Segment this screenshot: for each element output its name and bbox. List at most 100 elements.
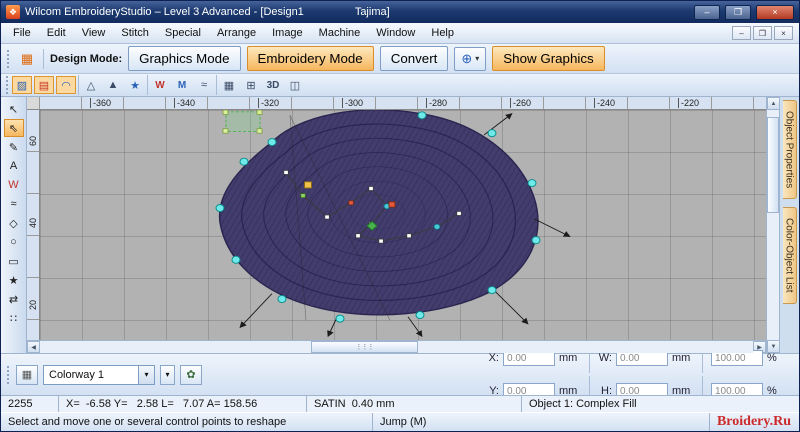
3d-view-icon[interactable]: 3D [263,76,283,94]
app-icon: ❖ [6,5,20,19]
select-tool[interactable]: ↖ [4,100,24,118]
scroll-left-icon[interactable]: ◀ [27,341,40,353]
ruler-tick: -240 [594,98,615,108]
colorway-settings-icon[interactable]: ▦ [16,364,38,385]
entry-point-marker [222,110,263,134]
colorway-select[interactable]: Colorway 1 ▾ [43,364,155,385]
mdi-close-button[interactable]: × [774,26,793,40]
manual-w-stitch-icon[interactable]: W [150,76,170,94]
w-label: W: [598,352,612,364]
hoop-icon[interactable]: ◫ [285,76,305,94]
menu-edit[interactable]: Edit [39,24,74,42]
menu-image[interactable]: Image [264,24,311,42]
tab-object-properties[interactable]: Object Properties [782,100,797,200]
run-stitch-icon[interactable]: ≈ [194,76,214,94]
vertical-scrollbar[interactable]: ▲ ▼ [766,97,780,353]
stitch-count: 2255 [1,396,59,412]
polygon-input-icon[interactable]: ▨ [12,76,32,94]
x-unit: mm [559,352,578,364]
scale-w-percent: % [767,352,777,364]
app-window: ❖ Wilcom EmbroideryStudio – Level 3 Adva… [0,0,800,432]
vertical-ruler: 60 40 20 0 [27,110,40,340]
hoop-globe-button[interactable]: ⊕ ▾ [454,46,487,71]
hint-message: Select and move one or several control p… [1,413,373,431]
horizontal-ruler: -360 -340 -320 -300 -280 -260 -240 -220 [40,97,766,110]
ruler-tick: -300 [342,98,363,108]
scroll-thumb[interactable] [767,116,779,214]
mode-toolbar: ▦ Design Mode: Graphics Mode Embroidery … [1,44,799,74]
scroll-track[interactable] [767,110,779,340]
reshape-tool[interactable]: ⇖ [3,119,24,137]
lettering-tool[interactable]: A [4,157,24,175]
menu-machine[interactable]: Machine [311,24,369,42]
ellipse-tool[interactable]: ○ [4,233,24,251]
close-button[interactable]: × [756,4,794,20]
ruler-tick: 60 [28,136,38,147]
arc-input-icon[interactable]: ◠ [56,76,76,94]
measure-tool[interactable]: ∷ [4,309,24,327]
menu-stitch[interactable]: Stitch [113,24,157,42]
travel-mode: Jump (M) [373,413,710,431]
menubar: File Edit View Stitch Special Arrange Im… [1,23,799,44]
globe-icon: ⊕ [461,50,473,66]
palette-icon[interactable]: ✿ [180,364,202,385]
menu-view[interactable]: View [74,24,114,42]
embroidery-mode-button[interactable]: Embroidery Mode [246,46,374,71]
run-tool[interactable]: ≈ [4,195,24,213]
toolbar-grip[interactable] [6,76,10,94]
document-title: Tajima] [354,6,390,18]
titlebar: ❖ Wilcom EmbroideryStudio – Level 3 Adva… [1,1,799,23]
embroidery-design [215,110,571,338]
end-node [388,201,396,208]
menu-window[interactable]: Window [368,24,423,42]
stitch-pattern-icon[interactable]: ▦ [17,49,37,69]
tatami-fill-icon[interactable]: ▦ [219,76,239,94]
run-input-icon[interactable]: ▤ [34,76,54,94]
star-tool[interactable]: ★ [4,271,24,289]
toolbar-separator [78,75,79,95]
horizontal-scrollbar[interactable]: ◀ ⋮⋮⋮ ▶ [27,340,766,353]
ruler-tick: -220 [678,98,699,108]
graphics-mode-button[interactable]: Graphics Mode [128,46,241,71]
ruler-tick: -360 [90,98,111,108]
motif-icon[interactable]: ★ [125,76,145,94]
tab-color-object-list[interactable]: Color-Object List [782,207,797,304]
mdi-minimize-button[interactable]: – [732,26,751,40]
rectangle-tool[interactable]: ▭ [4,252,24,270]
menu-file[interactable]: File [5,24,39,42]
toolbox: ↖ ⇖ ✎ A W ≈ ◇ ○ ▭ ★ ⇄ ∷ [1,97,27,353]
scroll-track[interactable]: ⋮⋮⋮ [40,341,753,353]
menu-special[interactable]: Special [157,24,209,42]
shape-tool[interactable]: ◇ [4,214,24,232]
selected-object-info: Object 1: Complex Fill [522,396,799,412]
w-unit: mm [672,352,691,364]
scroll-thumb[interactable]: ⋮⋮⋮ [310,341,418,353]
colorway-toolbar: ▦ Colorway 1 ▾ ▾ ✿ X: mm W: mm % Y: [1,343,799,406]
colorway-dropdown-button[interactable]: ▾ [160,364,175,385]
menu-help[interactable]: Help [423,24,462,42]
convert-button[interactable]: Convert [379,46,449,71]
minimize-button[interactable]: – [694,4,720,20]
toolbar-grip[interactable] [7,49,11,68]
manual-stitch-tool[interactable]: W [4,176,24,194]
chevron-down-icon[interactable]: ▾ [138,365,154,384]
toolbar-separator [147,75,148,95]
grid-icon[interactable]: ⊞ [241,76,261,94]
mdi-restore-button[interactable]: ❒ [753,26,772,40]
manual-m-stitch-icon[interactable]: M [172,76,192,94]
menu-arrange[interactable]: Arrange [209,24,264,42]
design-canvas[interactable] [40,110,766,340]
pointer-coordinates: X= -6.58 Y= 2.58 L= 7.07 A= 158.56 [59,396,307,412]
design-mode-label: Design Mode: [50,52,123,65]
ruler-corner [27,97,40,110]
pen-tool[interactable]: ✎ [4,138,24,156]
column-b-icon[interactable]: ▲ [103,76,123,94]
column-a-icon[interactable]: △ [81,76,101,94]
mirror-tool[interactable]: ⇄ [4,290,24,308]
show-graphics-button[interactable]: Show Graphics [492,46,605,71]
toolbar-grip[interactable] [7,365,11,384]
maximize-button[interactable]: ❒ [725,4,751,20]
toolbar-separator [216,75,217,95]
ruler-tick: -340 [174,98,195,108]
window-title: Wilcom EmbroideryStudio – Level 3 Advanc… [25,6,304,18]
